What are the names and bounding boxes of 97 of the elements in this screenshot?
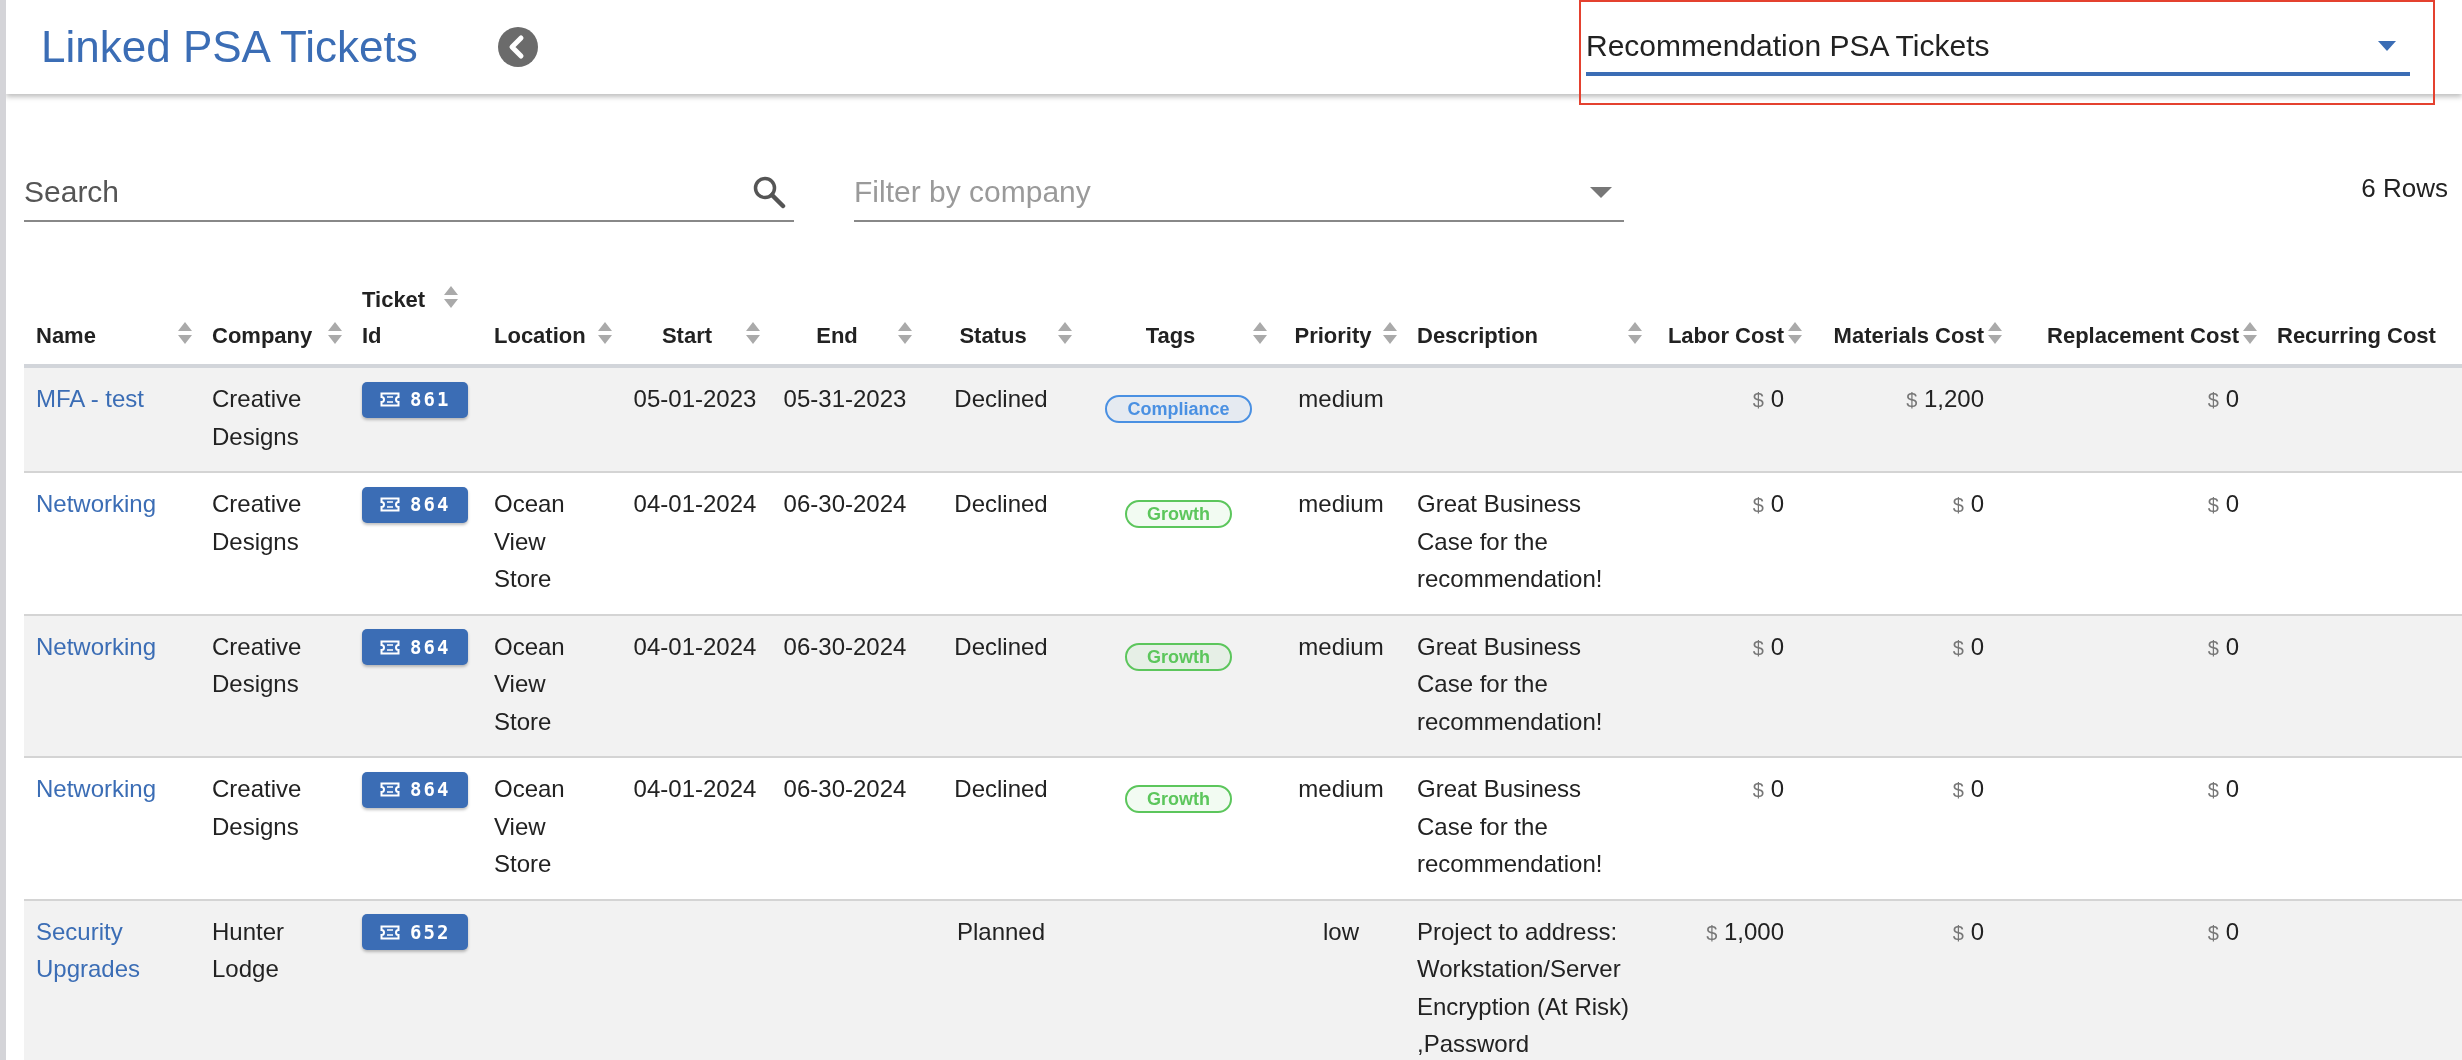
sort-icon[interactable] bbox=[898, 322, 912, 344]
sort-icon[interactable] bbox=[178, 322, 192, 344]
ticket-button[interactable]: 861 bbox=[362, 381, 469, 418]
priority-text: low bbox=[1323, 917, 1359, 945]
page-title: Linked PSA Tickets bbox=[41, 22, 418, 72]
column-header[interactable]: Ticket Id bbox=[362, 282, 440, 354]
column-header[interactable]: Recurring Cost bbox=[2277, 318, 2462, 354]
cost-cell: $ 0 bbox=[1752, 632, 1784, 660]
column-header[interactable]: Description bbox=[1417, 318, 1624, 354]
cost-cell: $ 0 bbox=[1952, 490, 1984, 517]
column-header[interactable]: Labor Cost bbox=[1662, 318, 1784, 354]
column-header[interactable]: Priority bbox=[1287, 318, 1379, 354]
ticket-button[interactable]: 864 bbox=[362, 771, 469, 808]
cost-cell: $ 0 bbox=[1952, 775, 1984, 802]
tag: Compliance bbox=[1105, 395, 1252, 423]
caret-icon bbox=[2378, 41, 2396, 51]
table-cell: Creative Designs bbox=[212, 385, 302, 450]
tag: Growth bbox=[1125, 642, 1232, 671]
ticket-icon bbox=[380, 924, 400, 940]
cost-cell: $ 0 bbox=[2207, 490, 2239, 517]
description-text: Project to address: Workstation/Server Encryption (At Risk) ,Password bbox=[1417, 916, 1631, 1059]
ticket-icon bbox=[380, 497, 400, 512]
sort-icon[interactable] bbox=[2243, 322, 2257, 344]
ticket-icon bbox=[380, 392, 400, 407]
table-cell: Hunter Lodge bbox=[212, 917, 285, 982]
sort-icon[interactable] bbox=[1628, 322, 1642, 344]
sort-icon[interactable] bbox=[598, 322, 612, 344]
row-count: 6 Rows bbox=[2361, 172, 2448, 204]
ticket-icon bbox=[380, 639, 400, 655]
sort-icon[interactable] bbox=[444, 286, 458, 308]
caret-icon bbox=[1590, 186, 1612, 198]
cost-cell: $ 0 bbox=[2207, 632, 2239, 660]
cost-cell: $ 0 bbox=[2207, 775, 2239, 802]
cost-cell: $ 0 bbox=[1752, 385, 1784, 412]
table-cell: Creative Designs bbox=[212, 490, 302, 555]
status-text: Declined bbox=[954, 775, 1048, 802]
sort-icon[interactable] bbox=[1253, 322, 1267, 344]
table-cell: 04-01-2024 bbox=[633, 632, 757, 660]
priority-text: medium bbox=[1298, 385, 1384, 412]
cost-cell: $ 0 bbox=[1952, 917, 1984, 945]
column-header[interactable]: Company bbox=[212, 318, 324, 354]
sort-icon[interactable] bbox=[1788, 322, 1802, 344]
description-text: Great Business Case for the recommendation! bbox=[1417, 631, 1604, 737]
cost-cell: $ 1,000 bbox=[1706, 917, 1784, 945]
name-link[interactable]: Networking bbox=[36, 627, 157, 665]
description-text: Great Business Case for the recommendation! bbox=[1417, 489, 1604, 594]
column-header[interactable]: Replacement Cost bbox=[2022, 318, 2239, 354]
ticket-button[interactable]: 652 bbox=[362, 914, 469, 950]
cost-cell: $ 0 bbox=[2207, 917, 2239, 945]
cost-cell: $ 0 bbox=[2207, 385, 2239, 412]
name-link[interactable]: Networking bbox=[36, 770, 157, 808]
column-header[interactable]: Materials Cost bbox=[1822, 318, 1984, 354]
view-select[interactable]: Recommendation PSA Tickets bbox=[1586, 20, 2410, 76]
table-cell: 06-30-2024 bbox=[783, 632, 907, 660]
tag: Growth bbox=[1125, 785, 1232, 813]
search-field[interactable]: Search bbox=[24, 175, 752, 209]
column-header[interactable]: Tags bbox=[1092, 318, 1249, 354]
cost-cell: $ 0 bbox=[1752, 775, 1784, 802]
cost-cell: $ 0 bbox=[1952, 632, 1984, 660]
table-cell: 05-31-2023 bbox=[783, 385, 907, 412]
sort-icon[interactable] bbox=[1988, 322, 2002, 344]
table-cell: 06-30-2024 bbox=[783, 490, 907, 517]
table-cell: 04-01-2024 bbox=[633, 490, 757, 517]
table-cell: 04-01-2024 bbox=[633, 775, 757, 802]
table-cell-text: Ocean View Store bbox=[494, 774, 566, 879]
status-text: Declined bbox=[954, 632, 1048, 660]
table-cell: Creative Designs bbox=[212, 775, 302, 840]
cost-cell: $ 1,200 bbox=[1906, 385, 1984, 412]
search-icon bbox=[752, 175, 786, 209]
table-cell: 06-30-2024 bbox=[783, 775, 907, 802]
priority-text: medium bbox=[1298, 775, 1384, 802]
tag: Growth bbox=[1125, 500, 1232, 528]
name-link[interactable]: Networking bbox=[36, 485, 157, 523]
table-cell: 05-01-2023 bbox=[633, 385, 757, 412]
ticket-icon bbox=[380, 782, 400, 797]
back-icon[interactable] bbox=[497, 27, 538, 67]
sort-icon[interactable] bbox=[1383, 322, 1397, 344]
cost-cell: $ 0 bbox=[1752, 490, 1784, 517]
sort-icon[interactable] bbox=[328, 322, 342, 344]
sort-icon[interactable] bbox=[1058, 322, 1072, 344]
priority-text: medium bbox=[1298, 632, 1384, 660]
column-header[interactable]: Status bbox=[932, 318, 1054, 354]
status-text: Planned bbox=[956, 917, 1046, 945]
status-text: Declined bbox=[954, 385, 1048, 412]
column-header[interactable]: Location bbox=[494, 318, 594, 354]
ticket-button[interactable]: 864 bbox=[362, 629, 469, 665]
sort-icon[interactable] bbox=[746, 322, 760, 344]
table-cell-text: Ocean View Store bbox=[494, 489, 566, 594]
table-cell-text: Ocean View Store bbox=[494, 631, 566, 737]
description-text: Great Business Case for the recommendation! bbox=[1417, 774, 1604, 879]
column-header[interactable]: End bbox=[780, 318, 894, 354]
status-text: Declined bbox=[954, 490, 1048, 517]
table-cell: Creative Designs bbox=[212, 632, 302, 697]
column-header[interactable]: Start bbox=[632, 318, 742, 354]
priority-text: medium bbox=[1298, 490, 1384, 517]
ticket-button[interactable]: 864 bbox=[362, 486, 469, 523]
column-header[interactable]: Name bbox=[36, 318, 174, 354]
